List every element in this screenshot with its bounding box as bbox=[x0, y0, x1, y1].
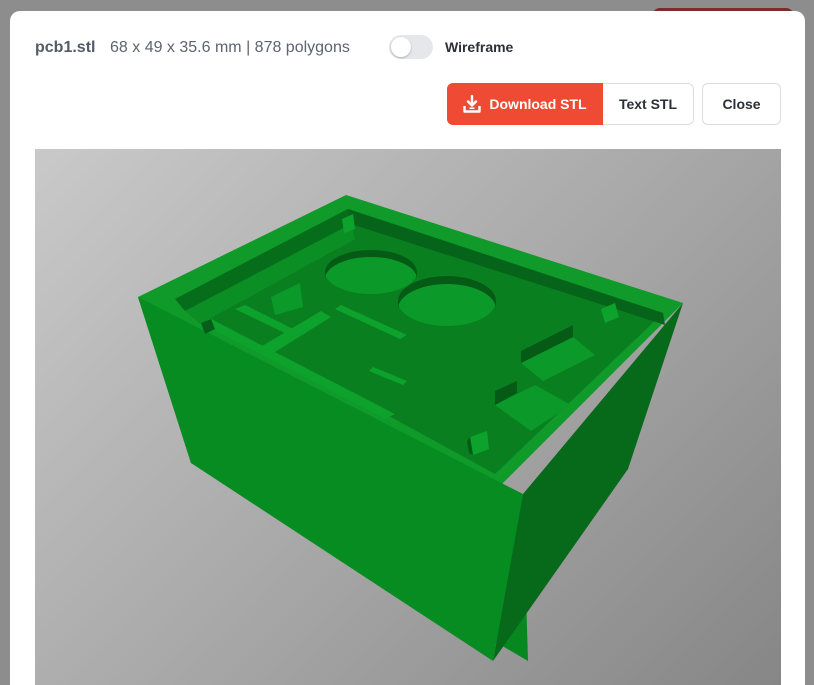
download-stl-label: Download STL bbox=[489, 96, 587, 112]
toggle-knob bbox=[391, 37, 411, 57]
text-stl-button[interactable]: Text STL bbox=[603, 83, 694, 125]
wireframe-label: Wireframe bbox=[445, 39, 514, 55]
download-stl-button[interactable]: Download STL bbox=[447, 83, 603, 125]
stl-preview-modal: pcb1.stl 68 x 49 x 35.6 mm | 878 polygon… bbox=[10, 11, 805, 685]
wireframe-toggle[interactable] bbox=[389, 35, 433, 59]
3d-model-viewer[interactable] bbox=[35, 149, 781, 685]
model-info: 68 x 49 x 35.6 mm | 878 polygons bbox=[110, 39, 350, 56]
export-button-group: Download STL Text STL bbox=[447, 83, 694, 125]
close-button[interactable]: Close bbox=[702, 83, 781, 125]
download-icon bbox=[463, 95, 482, 113]
file-name: pcb1.stl bbox=[35, 39, 96, 56]
pcb-enclosure-model bbox=[138, 195, 683, 661]
